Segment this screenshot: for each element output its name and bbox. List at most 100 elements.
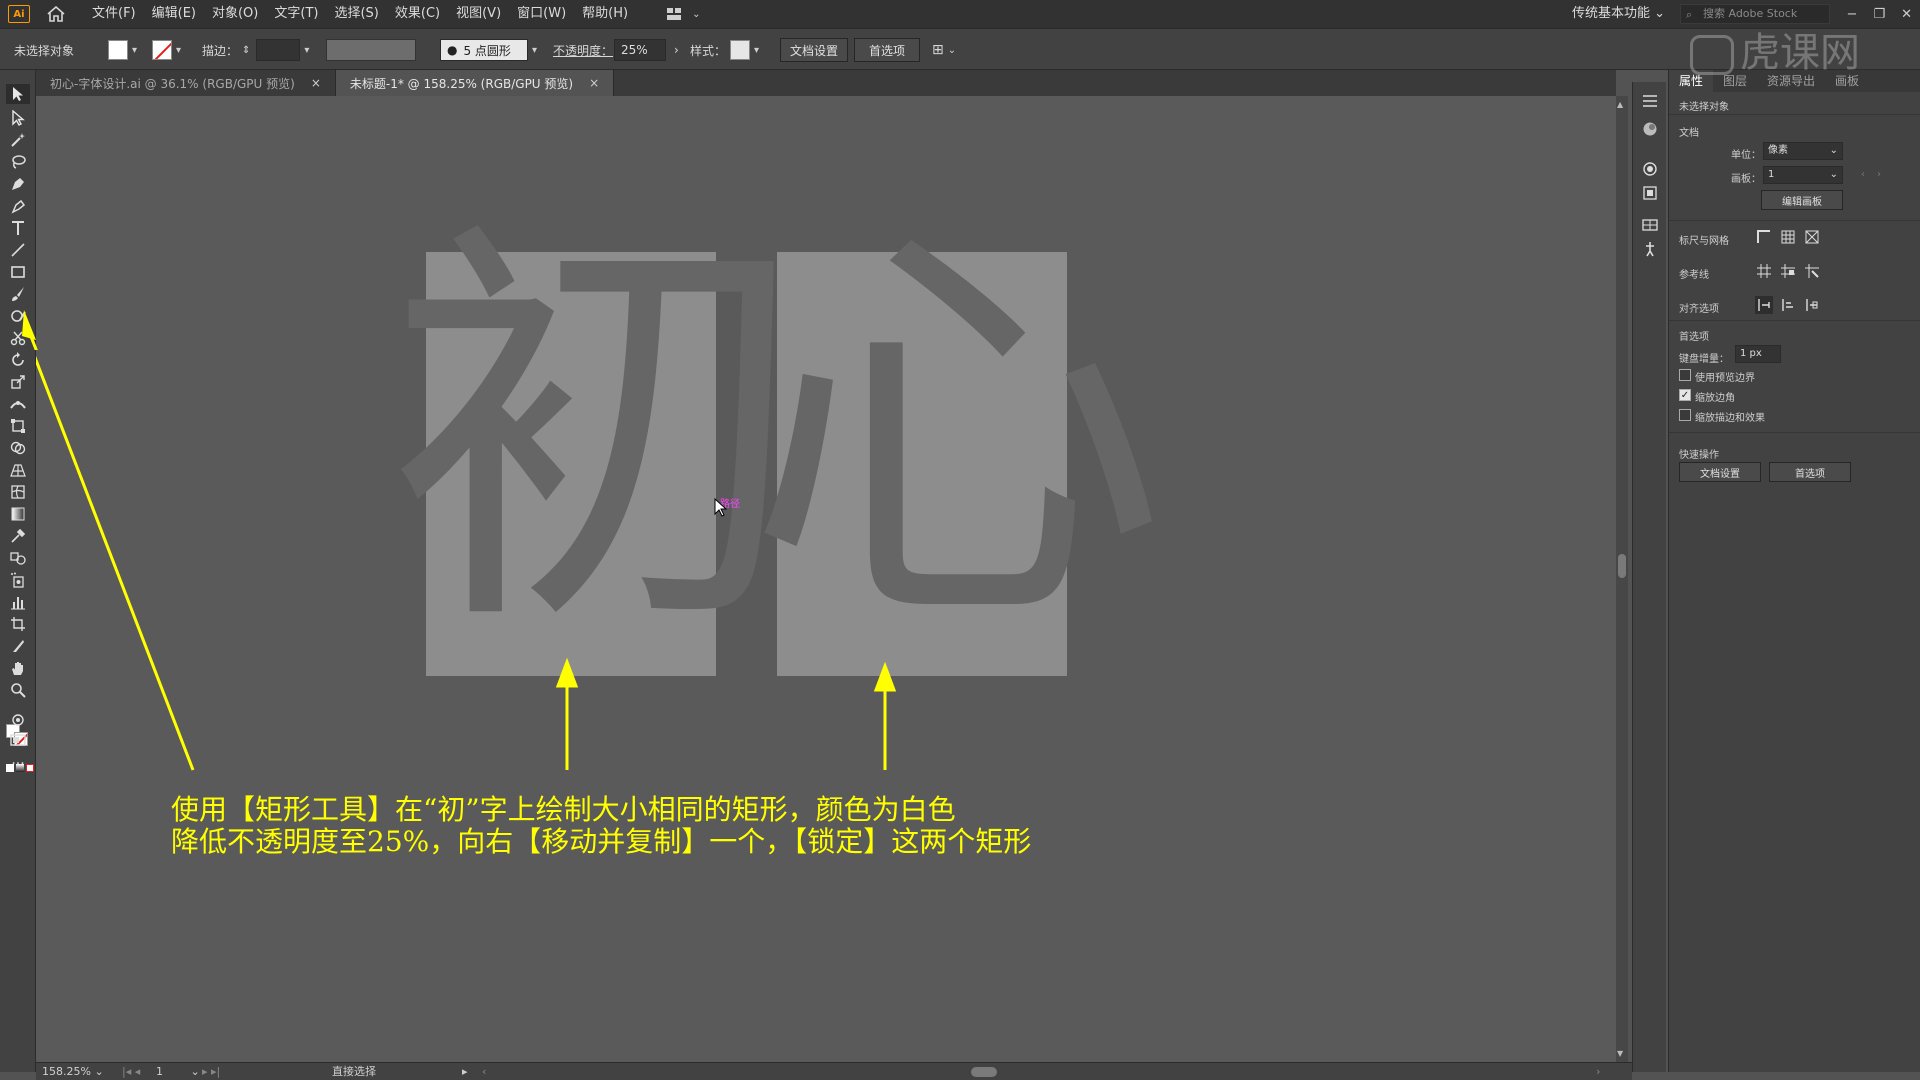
rotate-tool[interactable] <box>8 350 28 370</box>
checkbox-scale-corners[interactable]: ✓ <box>1679 389 1691 401</box>
menu-file[interactable]: 文件(F) <box>84 0 144 28</box>
scroll-right-icon[interactable]: › <box>1596 1063 1600 1080</box>
edit-artboards-button[interactable]: 编辑画板 <box>1761 190 1843 210</box>
home-icon[interactable] <box>46 4 66 24</box>
menu-window[interactable]: 窗口(W) <box>509 0 574 28</box>
artboard-nav-first-prev[interactable]: |◂ ◂ <box>122 1063 140 1080</box>
arrange-documents-button[interactable]: ⌄ <box>666 7 700 21</box>
menu-help[interactable]: 帮助(H) <box>574 0 636 28</box>
opacity-input[interactable]: 25% <box>614 39 666 61</box>
scroll-down-icon[interactable]: ▼ <box>1617 1049 1623 1058</box>
panel-menu-icon[interactable] <box>1641 92 1659 110</box>
line-segment-tool[interactable] <box>8 240 28 260</box>
checkbox-scale-strokes[interactable] <box>1679 409 1691 421</box>
menu-edit[interactable]: 编辑(E) <box>144 0 204 28</box>
artboard-select[interactable]: 1 ⌄ <box>1763 166 1843 184</box>
stroke-swatch[interactable]: ▾ <box>152 29 181 71</box>
unit-select[interactable]: 像素 ⌄ <box>1763 142 1843 160</box>
close-window-button[interactable]: ✕ <box>1901 7 1912 22</box>
workspace-switcher[interactable]: 传统基本功能 ⌄ <box>1572 0 1665 28</box>
snap-to-glyph-icon[interactable] <box>1803 296 1821 314</box>
vertical-scroll-thumb[interactable] <box>1618 554 1626 578</box>
prev-artboard-icon[interactable]: ‹ <box>1861 169 1865 180</box>
close-icon[interactable]: × <box>589 76 599 90</box>
zoom-tool[interactable] <box>8 680 28 700</box>
column-graph-tool[interactable] <box>8 592 28 612</box>
tab-document-1[interactable]: 初心-字体设计.ai @ 36.1% (RGB/GPU 预览) × <box>36 70 336 96</box>
brush-definition[interactable]: ● 5 点圆形 ▾ <box>440 29 537 71</box>
type-tool[interactable] <box>8 218 28 238</box>
transparency-grid-icon[interactable] <box>1803 228 1821 246</box>
close-icon[interactable]: × <box>311 76 321 90</box>
menu-object[interactable]: 对象(O) <box>204 0 266 28</box>
transform-panel-icon[interactable] <box>1641 184 1659 202</box>
status-menu-arrow[interactable]: ▸ <box>462 1063 468 1080</box>
graphic-style-swatch[interactable]: ▾ <box>730 29 759 71</box>
selection-tool[interactable] <box>6 84 30 104</box>
scale-tool[interactable] <box>8 372 28 392</box>
stroke-weight-input[interactable] <box>256 39 301 61</box>
screen-mode-icon[interactable] <box>8 730 28 750</box>
direct-selection-tool[interactable] <box>8 108 28 128</box>
variable-width-profile[interactable] <box>326 29 416 71</box>
tab-document-2[interactable]: 未标题-1* @ 158.25% (RGB/GPU 预览) × <box>335 70 615 96</box>
canvas[interactable]: 初 心 路径 使用【矩形工具】在“初”字上绘制大小相同的矩形，颜色为白色 降低不… <box>36 96 1616 1062</box>
quick-preferences-button[interactable]: 首选项 <box>1769 462 1851 482</box>
quick-doc-setup-button[interactable]: 文档设置 <box>1679 462 1761 482</box>
opacity-control[interactable]: 25% › <box>614 29 679 71</box>
chevron-right-icon[interactable]: › <box>674 43 679 57</box>
gradient-tool[interactable] <box>8 504 28 524</box>
document-setup-button[interactable]: 文档设置 <box>780 38 848 62</box>
menu-view[interactable]: 视图(V) <box>448 0 509 28</box>
smart-guides-icon[interactable] <box>1803 262 1821 280</box>
snap-to-pixel-icon[interactable] <box>1779 296 1797 314</box>
rulers-icon[interactable] <box>1755 228 1773 246</box>
snap-to-point-icon[interactable] <box>1755 296 1773 314</box>
scroll-left-icon[interactable]: ‹ <box>482 1063 486 1080</box>
libraries-panel-icon[interactable] <box>1641 216 1659 234</box>
opacity-label[interactable]: 不透明度： <box>553 29 613 71</box>
menu-effect[interactable]: 效果(C) <box>387 0 448 28</box>
preferences-button[interactable]: 首选项 <box>854 38 920 62</box>
color-panel-icon[interactable] <box>1641 120 1659 138</box>
show-guides-icon[interactable] <box>1755 262 1773 280</box>
slice-tool[interactable] <box>8 636 28 656</box>
arrange-menu-button[interactable]: ⊞ ⌄ <box>932 29 956 71</box>
width-tool[interactable] <box>8 394 28 414</box>
horizontal-scroll-thumb[interactable] <box>971 1067 997 1077</box>
grid-icon[interactable] <box>1779 228 1797 246</box>
lasso-tool[interactable] <box>8 152 28 172</box>
pen-tool[interactable] <box>8 174 28 194</box>
free-transform-tool[interactable] <box>8 416 28 436</box>
puppet-warp-icon[interactable] <box>1641 240 1659 258</box>
keyboard-increment-input[interactable]: 1 px <box>1735 345 1781 363</box>
curvature-tool[interactable] <box>8 196 28 216</box>
lock-guides-icon[interactable] <box>1779 262 1797 280</box>
fill-swatch[interactable]: ▾ <box>108 29 137 71</box>
draw-mode-icon[interactable] <box>8 710 28 730</box>
perspective-grid-tool[interactable] <box>8 460 28 480</box>
rectangle-tool[interactable] <box>8 262 28 282</box>
hand-tool[interactable] <box>8 658 28 678</box>
paintbrush-tool[interactable] <box>8 284 28 304</box>
magic-wand-tool[interactable] <box>8 130 28 150</box>
stroke-weight-stepper[interactable]: ⇕ ▾ <box>242 29 309 71</box>
more-tools-icon[interactable]: ··· <box>8 754 28 774</box>
vertical-scrollbar[interactable]: ▲ ▼ <box>1616 96 1628 1062</box>
shape-builder-tool[interactable] <box>8 438 28 458</box>
mesh-tool[interactable] <box>8 482 28 502</box>
maximize-button[interactable]: ❐ <box>1873 7 1885 22</box>
artboard-tool[interactable] <box>8 614 28 634</box>
appearance-panel-icon[interactable] <box>1641 160 1659 178</box>
menu-select[interactable]: 选择(S) <box>326 0 386 28</box>
next-artboard-icon[interactable]: › <box>1877 169 1881 180</box>
artboard-nav-field[interactable]: 1 ⌄ <box>156 1063 200 1080</box>
zoom-level[interactable]: 158.25% ⌄ <box>42 1063 104 1080</box>
symbol-sprayer-tool[interactable] <box>8 570 28 590</box>
scroll-up-icon[interactable]: ▲ <box>1617 100 1623 109</box>
menu-type[interactable]: 文字(T) <box>266 0 326 28</box>
eyedropper-tool[interactable] <box>8 526 28 546</box>
blend-tool[interactable] <box>8 548 28 568</box>
checkbox-preview-bounds[interactable] <box>1679 369 1691 381</box>
artboard-nav-next-last[interactable]: ▸ ▸| <box>202 1063 220 1080</box>
